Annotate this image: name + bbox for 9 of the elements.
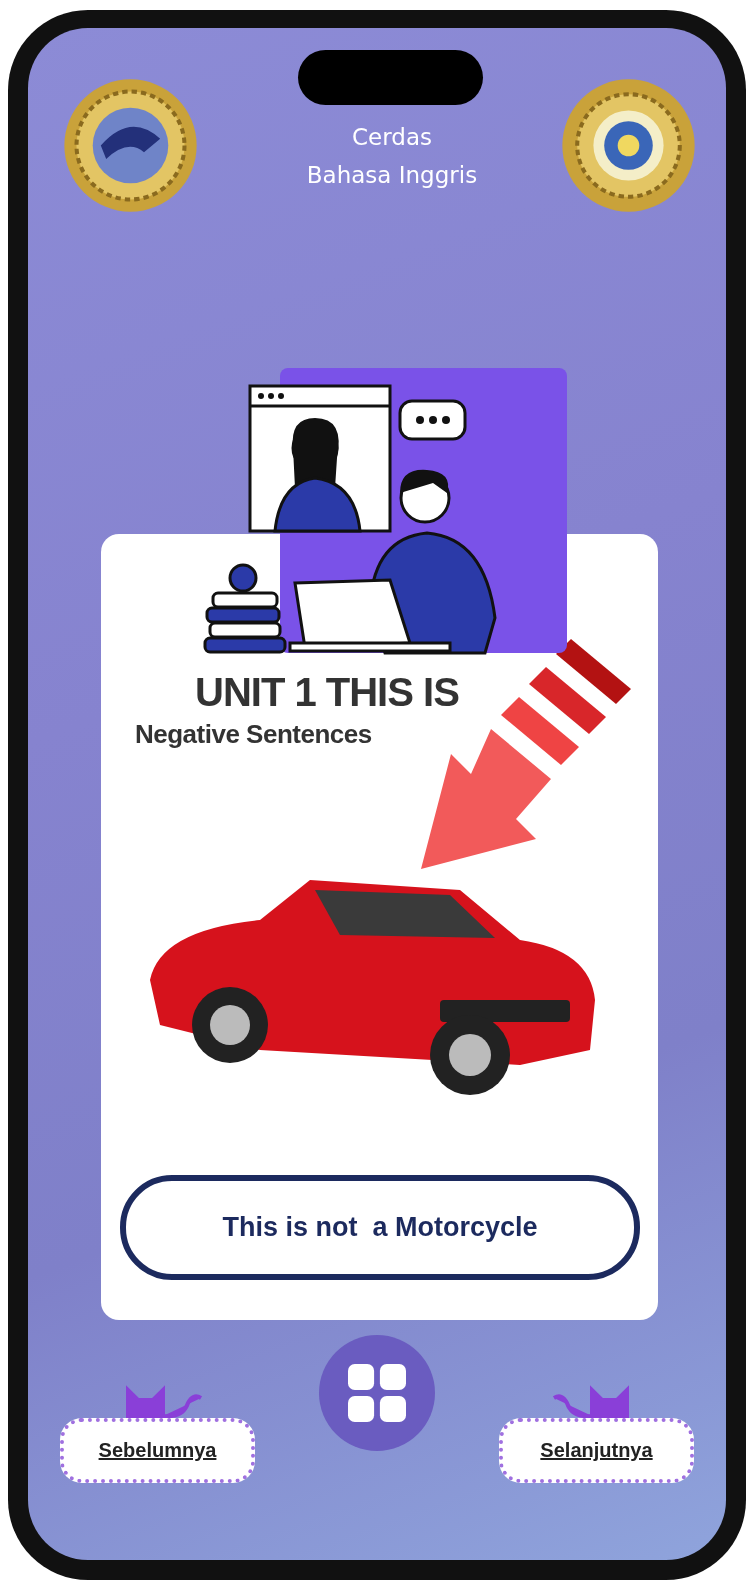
unit-title: UNIT 1 THIS IS xyxy=(195,670,459,715)
next-button[interactable]: Selanjutnya xyxy=(499,1418,694,1483)
grid-icon xyxy=(348,1364,406,1422)
answer-button[interactable]: This is not a Motorcycle xyxy=(120,1175,640,1280)
app-title: Cerdas xyxy=(352,123,432,152)
arrow-icon xyxy=(421,639,631,869)
lesson-subtitle: Negative Sentences xyxy=(135,719,372,750)
previous-button[interactable]: Sebelumnya xyxy=(60,1418,255,1483)
app-title: Bahasa Inggris xyxy=(306,161,478,190)
